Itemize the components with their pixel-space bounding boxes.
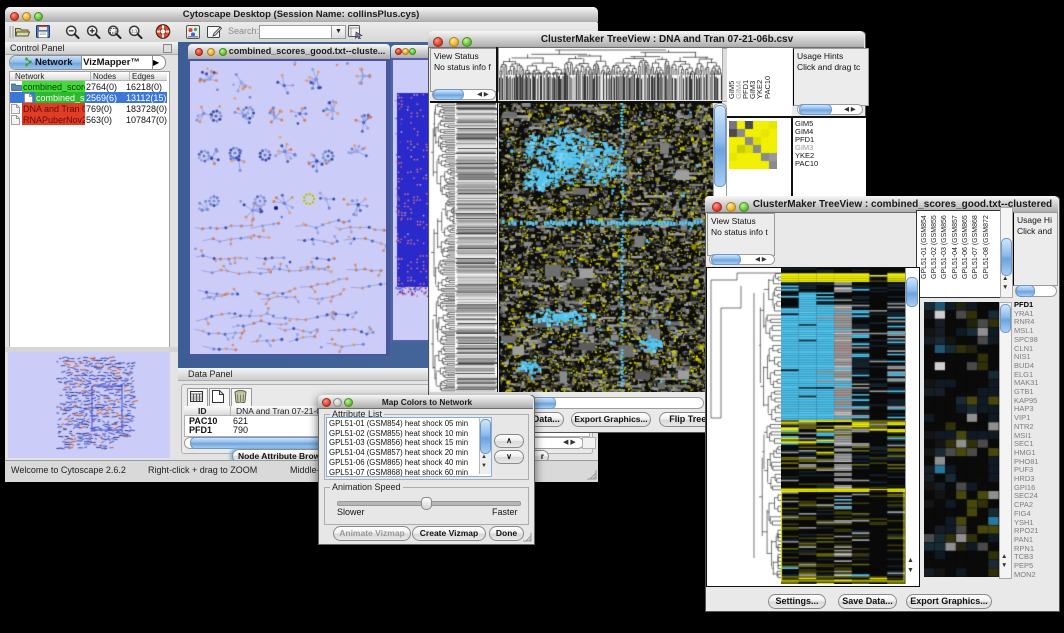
svg-text:1:1: 1:1 bbox=[131, 29, 138, 34]
